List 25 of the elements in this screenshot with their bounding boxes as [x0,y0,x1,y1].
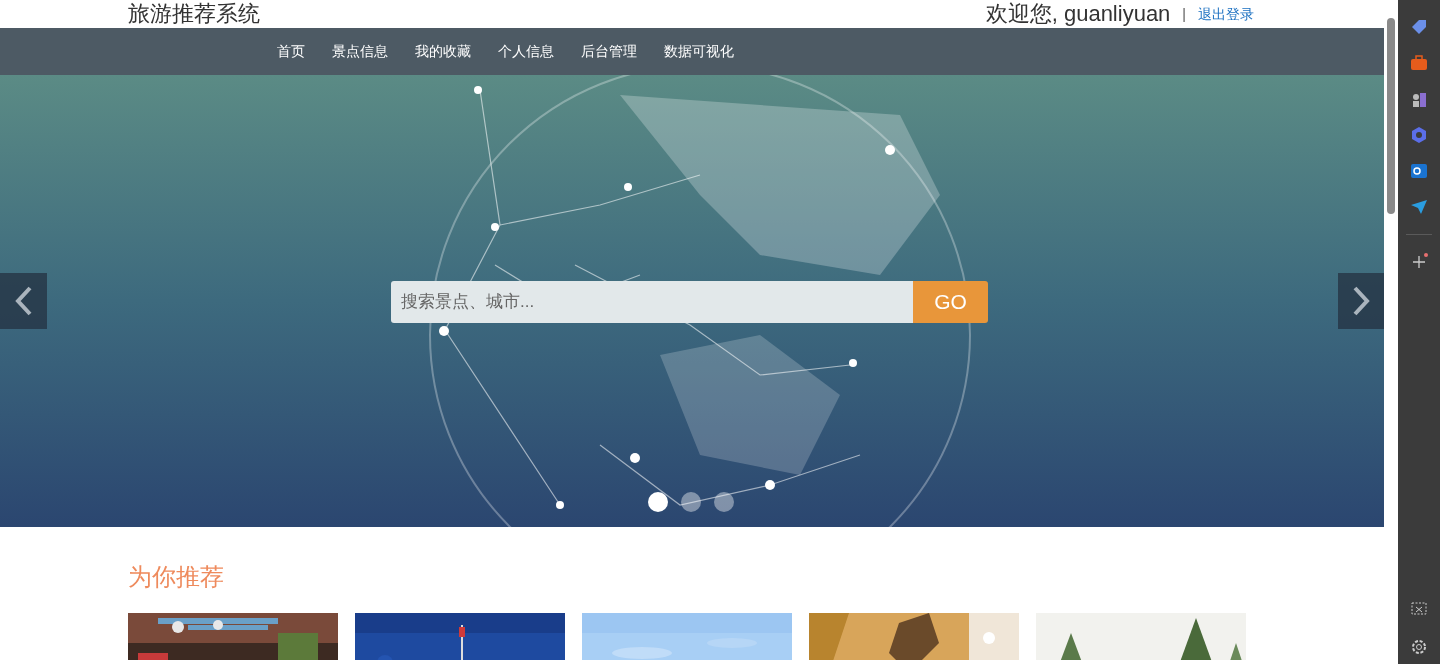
site-title: 旅游推荐系统 [128,3,260,25]
next-slide-button[interactable] [1338,273,1384,329]
settings-icon[interactable] [1410,638,1428,656]
add-icon[interactable] [1410,253,1428,271]
separator-text: | [1181,4,1187,24]
chevron-left-icon [14,286,33,316]
logout-link[interactable]: 退出登录 [1198,3,1254,25]
toolbox-icon[interactable] [1410,54,1428,72]
tag-icon[interactable] [1410,18,1428,36]
nav-link[interactable]: 我的收藏 [415,41,471,62]
section-title: 为你推荐 [128,565,225,589]
search-field[interactable]: 搜索景点、城市... [391,281,913,323]
welcome-text: 欢迎您, guanliyuan [985,3,1171,25]
mail-icon[interactable] [1410,162,1428,180]
previous-slide-button[interactable] [0,273,47,329]
slide-indicator[interactable] [714,492,734,512]
chevron-right-icon [1352,286,1370,316]
nav-link[interactable]: 首页 [277,41,305,62]
nav-link[interactable]: 个人信息 [498,41,554,62]
nav-link[interactable]: 数据可视化 [664,41,734,62]
slide-indicator[interactable] [681,492,701,512]
send-icon[interactable] [1410,198,1428,216]
nav-link[interactable]: 景点信息 [332,41,388,62]
screenshot-icon[interactable] [1410,600,1428,618]
nav-link[interactable]: 后台管理 [581,41,637,62]
